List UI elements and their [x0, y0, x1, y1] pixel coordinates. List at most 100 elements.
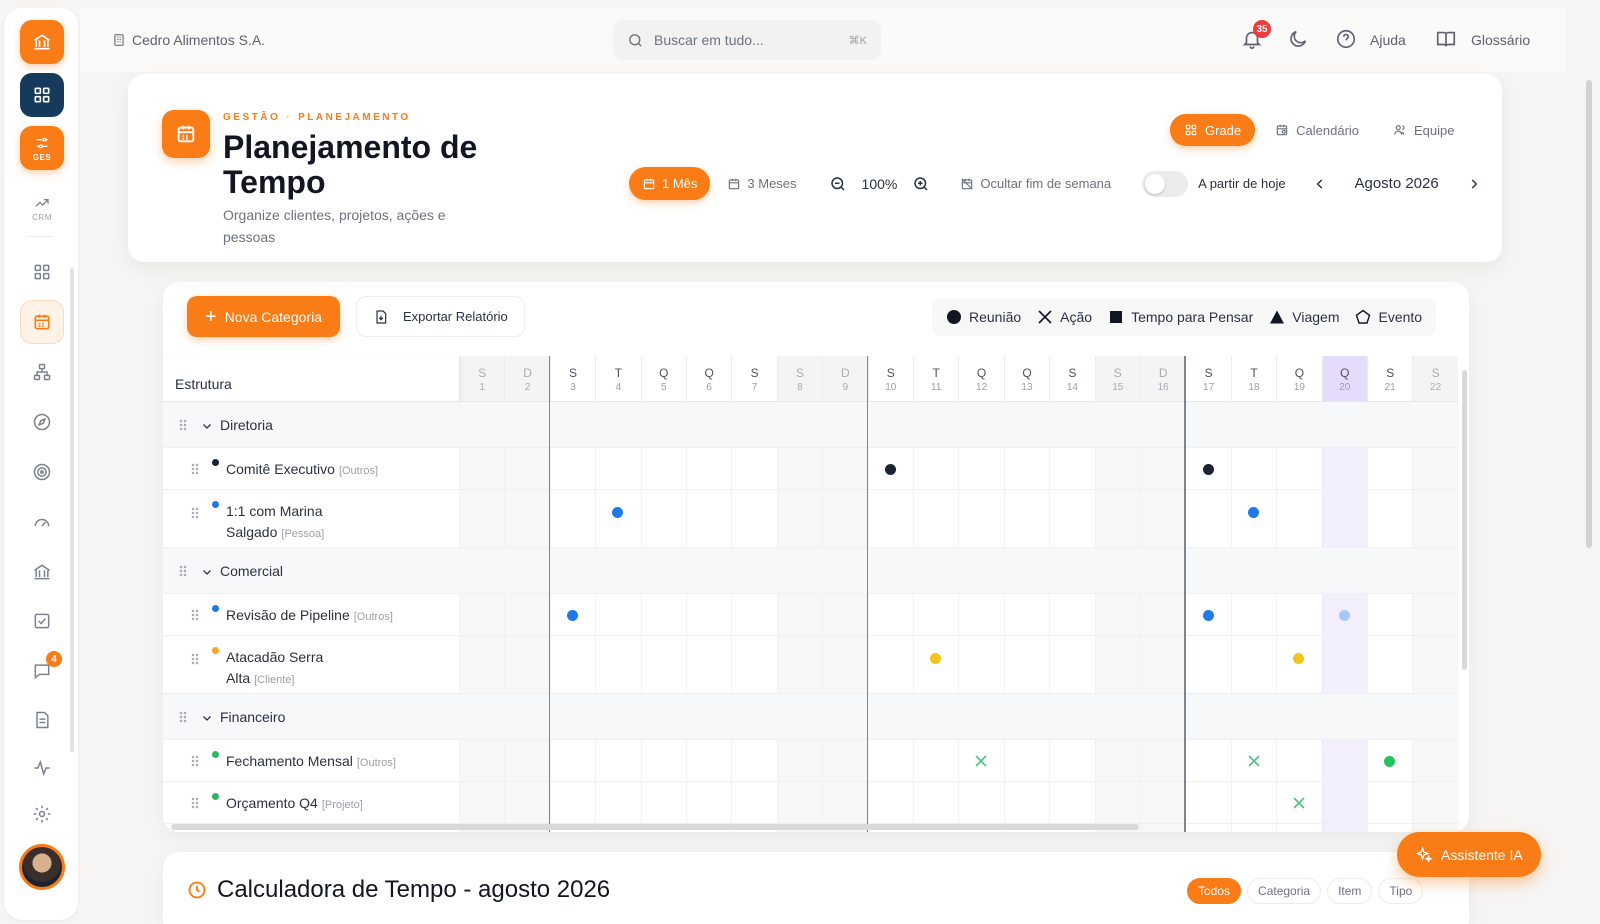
bank-logo-button[interactable]	[20, 20, 64, 64]
chevron-down-icon[interactable]	[201, 711, 213, 723]
hide-weekend-button[interactable]: Ocultar fim de semana	[947, 167, 1124, 200]
crm-button[interactable]: CRM	[20, 186, 64, 230]
planning-button[interactable]	[20, 300, 64, 344]
meeting-mark[interactable]	[1248, 506, 1259, 518]
day-header[interactable]: T 11	[913, 356, 959, 402]
item-name[interactable]: Atacadão Serra Alta [Cliente]	[226, 647, 356, 691]
drag-handle-icon[interactable]	[179, 711, 187, 723]
ai-assistant-button[interactable]: Assistente IA	[1397, 832, 1541, 877]
zoom-out-button[interactable]	[824, 170, 852, 198]
day-header[interactable]: Q 20	[1321, 356, 1367, 402]
day-header[interactable]: S 14	[1049, 356, 1095, 402]
action-mark[interactable]	[1247, 754, 1261, 768]
filter-todos[interactable]: Todos	[1187, 878, 1242, 904]
drag-handle-icon[interactable]	[191, 463, 199, 475]
performance-button[interactable]	[20, 500, 64, 544]
tab-grade[interactable]: Grade	[1170, 114, 1256, 146]
day-header[interactable]: T 18	[1230, 356, 1277, 402]
meeting-mark[interactable]	[1293, 652, 1305, 664]
vertical-scrollbar[interactable]	[1462, 370, 1467, 670]
drag-handle-icon[interactable]	[191, 609, 199, 621]
sidebar-scrollbar[interactable]	[70, 268, 74, 752]
horizontal-scrollbar[interactable]	[171, 824, 1139, 830]
meeting-mark[interactable]	[1202, 463, 1214, 475]
page-scrollbar[interactable]	[1586, 80, 1592, 548]
day-header[interactable]: D 16	[1140, 356, 1186, 402]
legend-acao[interactable]: Ação	[1037, 309, 1092, 325]
from-today-toggle[interactable]	[1142, 170, 1189, 197]
range-1-month-button[interactable]: 1 Mês	[629, 167, 711, 200]
meeting-mark[interactable]	[884, 463, 896, 475]
day-header[interactable]: Q 13	[1003, 356, 1050, 402]
drag-handle-icon[interactable]	[191, 653, 199, 665]
drag-handle-icon[interactable]	[191, 797, 199, 809]
finance-button[interactable]	[20, 550, 64, 594]
day-header[interactable]: S 21	[1367, 356, 1413, 402]
filter-item[interactable]: Item	[1327, 878, 1373, 904]
day-header[interactable]: S3	[549, 356, 596, 402]
company-switcher[interactable]: Cedro Alimentos S.A.	[112, 32, 265, 48]
day-header[interactable]: S1	[459, 356, 505, 402]
drag-handle-icon[interactable]	[179, 419, 187, 431]
day-header[interactable]: Q6	[686, 356, 732, 402]
tasks-button[interactable]	[20, 599, 64, 643]
legend-viagem[interactable]: Viagem	[1269, 309, 1339, 325]
drag-handle-icon[interactable]	[191, 507, 199, 519]
day-header[interactable]: D9	[822, 356, 868, 402]
activity-button[interactable]	[20, 746, 64, 790]
range-3-months-button[interactable]: 3 Meses	[714, 167, 809, 200]
user-avatar[interactable]	[19, 844, 65, 890]
meeting-mark[interactable]	[930, 652, 942, 664]
day-header[interactable]: S 17	[1185, 356, 1231, 402]
documents-button[interactable]	[20, 698, 64, 742]
overview-button[interactable]	[20, 250, 64, 294]
category-name[interactable]: Diretoria	[220, 417, 273, 433]
new-category-button[interactable]: + Nova Categoria	[187, 296, 340, 337]
theme-toggle-button[interactable]	[1287, 28, 1311, 52]
item-name[interactable]: Comitê Executivo [Outros]	[226, 459, 446, 482]
next-month-button[interactable]	[1462, 172, 1486, 196]
day-header[interactable]: S 22	[1412, 356, 1458, 402]
glossary-link[interactable]: Glossário	[1471, 32, 1530, 48]
item-name[interactable]: Revisão de Pipeline [Outros]	[226, 605, 446, 628]
ges-button[interactable]: GES	[20, 126, 64, 170]
explore-button[interactable]	[20, 400, 64, 444]
legend-evento[interactable]: Evento	[1355, 309, 1422, 325]
export-report-button[interactable]: Exportar Relatório	[356, 296, 525, 337]
drag-handle-icon[interactable]	[191, 755, 199, 767]
item-name[interactable]: 1:1 com Marina Salgado [Pessoa]	[226, 501, 356, 545]
tab-equipe[interactable]: Equipe	[1379, 114, 1468, 146]
filter-tipo[interactable]: Tipo	[1378, 878, 1424, 904]
filter-categoria[interactable]: Categoria	[1247, 878, 1322, 904]
legend-tempo-para-pensar[interactable]: Tempo para Pensar	[1108, 309, 1253, 325]
meeting-mark[interactable]	[1202, 609, 1214, 621]
action-mark[interactable]	[1292, 796, 1306, 810]
notifications-button[interactable]: 35	[1241, 20, 1271, 52]
day-header[interactable]: S 10	[867, 356, 913, 402]
settings-button[interactable]	[20, 792, 64, 836]
help-icon-button[interactable]	[1335, 28, 1359, 52]
day-header[interactable]: S8	[776, 356, 823, 402]
drag-handle-icon[interactable]	[179, 565, 187, 577]
meeting-mark[interactable]	[612, 506, 624, 518]
glossary-icon-button[interactable]	[1435, 28, 1459, 52]
help-link[interactable]: Ajuda	[1370, 32, 1406, 48]
day-header[interactable]: Q 12	[958, 356, 1004, 402]
day-header[interactable]: Q5	[640, 356, 686, 402]
day-header[interactable]: Q 19	[1276, 356, 1322, 402]
previous-month-button[interactable]	[1308, 172, 1332, 196]
tab-calendario[interactable]: Calendário	[1261, 114, 1373, 146]
day-header[interactable]: T4	[595, 356, 641, 402]
search-input[interactable]: Buscar em tudo... ⌘K	[613, 20, 881, 60]
item-name[interactable]: Fechamento Mensal [Outros]	[226, 751, 446, 774]
day-header[interactable]: D2	[504, 356, 550, 402]
legend-reuniao[interactable]: Reunião	[946, 309, 1021, 325]
action-mark[interactable]	[974, 754, 988, 768]
zoom-in-button[interactable]	[907, 170, 935, 198]
goals-button[interactable]	[20, 450, 64, 494]
org-chart-button[interactable]	[20, 350, 64, 394]
item-name[interactable]: Orçamento Q4 [Projeto]	[226, 793, 446, 816]
meeting-mark[interactable]	[567, 609, 578, 621]
category-name[interactable]: Financeiro	[220, 709, 285, 725]
day-header[interactable]: S 15	[1094, 356, 1140, 402]
